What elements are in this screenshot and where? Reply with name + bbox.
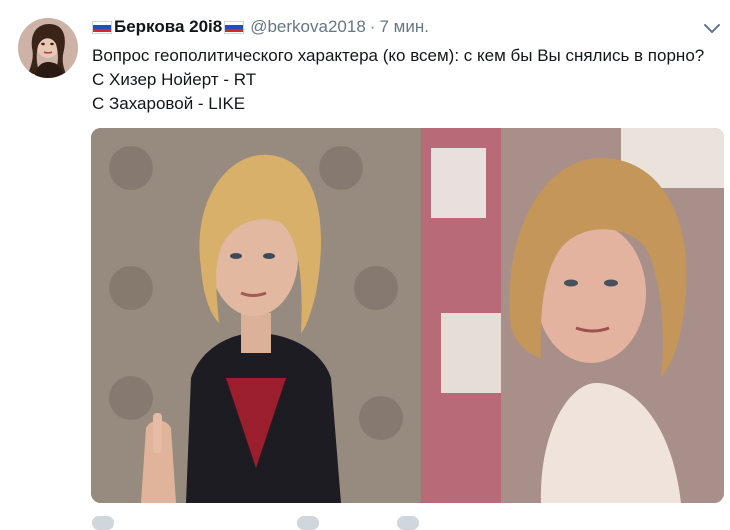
tweet-media-image[interactable] [91, 128, 724, 503]
author-handle[interactable]: @berkova2018 [250, 17, 366, 37]
separator-dot: · [369, 17, 376, 36]
tweet-text-line: С Хизер Нойерт - RT [92, 70, 257, 89]
reply-icon[interactable] [92, 516, 114, 530]
chevron-down-icon[interactable] [702, 20, 722, 36]
tweet-timestamp[interactable]: 7 мин. [379, 17, 428, 37]
like-icon[interactable] [397, 516, 419, 530]
avatar[interactable] [18, 18, 78, 78]
tweet-text-line: С Захаровой - LIKE [92, 94, 246, 113]
media-photo-left [91, 128, 421, 503]
media-photo-right [421, 128, 724, 503]
author-name[interactable]: Беркова 20i8 [114, 17, 222, 37]
russian-flag-icon [92, 20, 112, 34]
tweet-card[interactable]: Беркова 20i8 @berkova2018 · 7 мин. Вопро… [0, 0, 730, 530]
tweet-text-line: Вопрос геополитического характера (ко вс… [92, 46, 705, 65]
retweet-icon[interactable] [297, 516, 319, 530]
russian-flag-icon [224, 20, 245, 34]
tweet-actions [92, 516, 722, 530]
tweet-header: Беркова 20i8 @berkova2018 · 7 мин. [92, 16, 429, 38]
tweet-text: Вопрос геополитического характера (ко вс… [92, 44, 722, 116]
